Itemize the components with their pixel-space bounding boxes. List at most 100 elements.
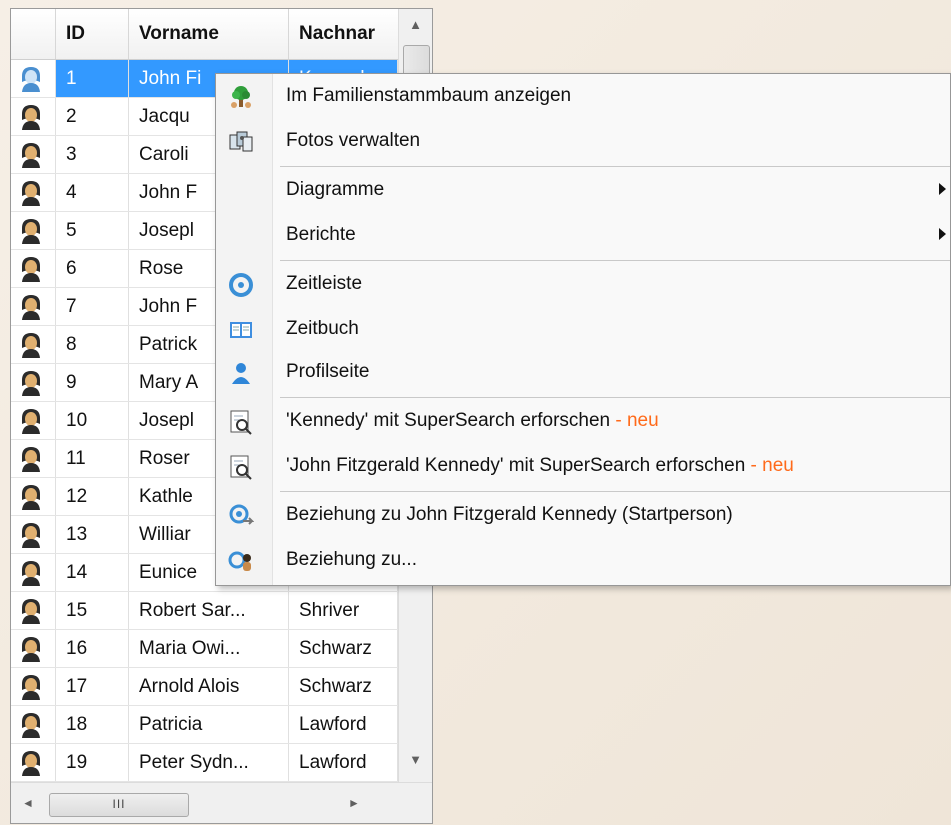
menu-label: Berichte: [286, 224, 356, 245]
scroll-down-button[interactable]: ▼: [399, 744, 432, 774]
person-icon: [11, 668, 56, 705]
menu-item-profilseite[interactable]: Profilseite: [216, 350, 950, 394]
menu-separator: [280, 491, 950, 492]
menu-label: Fotos verwalten: [286, 130, 421, 151]
person-icon: [11, 98, 56, 135]
menu-item-berichte[interactable]: Berichte: [216, 213, 950, 257]
cell-id[interactable]: 17: [56, 668, 129, 705]
cell-nachname[interactable]: Schwarz: [289, 668, 398, 705]
table-header: ID Vorname Nachnar: [11, 9, 398, 60]
person-icon: [11, 592, 56, 629]
relationship-icon: [228, 503, 255, 529]
supersearch-icon: [228, 454, 254, 480]
cell-id[interactable]: 9: [56, 364, 129, 401]
menu-label: Zeitleiste: [286, 273, 363, 294]
cell-id[interactable]: 4: [56, 174, 129, 211]
person-icon: [11, 326, 56, 363]
person-icon: [11, 402, 56, 439]
menu-label: 'Kennedy' mit SuperSearch erforschen: [286, 410, 611, 431]
menu-label: 'John Fitzgerald Kennedy' mit SuperSearc…: [286, 455, 746, 476]
new-badge: - neu: [745, 455, 794, 476]
menu-label: Diagramme: [286, 179, 385, 200]
person-icon: [11, 478, 56, 515]
cell-id[interactable]: 5: [56, 212, 129, 249]
family-tree-icon: [228, 84, 254, 110]
cell-vorname[interactable]: Arnold Alois: [129, 668, 289, 705]
person-icon: [11, 136, 56, 173]
photos-icon: [228, 129, 254, 155]
timeline-icon: [228, 272, 254, 298]
header-icon-column[interactable]: [11, 9, 56, 59]
header-nachname[interactable]: Nachnar: [289, 9, 398, 59]
menu-item-beziehung-startperson[interactable]: Beziehung zu John Fitzgerald Kennedy (St…: [216, 493, 950, 537]
cell-id[interactable]: 6: [56, 250, 129, 287]
menu-item-supersearch-jfk[interactable]: 'John Fitzgerald Kennedy' mit SuperSearc…: [216, 444, 950, 488]
cell-id[interactable]: 16: [56, 630, 129, 667]
scroll-left-button[interactable]: ◄: [13, 783, 43, 823]
menu-label: Zeitbuch: [286, 318, 359, 339]
cell-id[interactable]: 13: [56, 516, 129, 553]
menu-label: Profilseite: [286, 361, 370, 382]
menu-item-zeitleiste[interactable]: Zeitleiste: [216, 262, 950, 306]
submenu-arrow-icon: [939, 228, 946, 240]
cell-id[interactable]: 15: [56, 592, 129, 629]
scroll-right-button[interactable]: ►: [339, 783, 369, 823]
menu-label: Beziehung zu John Fitzgerald Kennedy (St…: [286, 504, 733, 525]
menu-item-supersearch-kennedy[interactable]: 'Kennedy' mit SuperSearch erforschen - n…: [216, 399, 950, 443]
person-icon: [11, 630, 56, 667]
menu-item-familienstammbaum[interactable]: Im Familienstammbaum anzeigen: [216, 74, 950, 118]
book-icon: [228, 317, 254, 343]
person-icon: [11, 288, 56, 325]
cell-vorname[interactable]: Peter Sydn...: [129, 744, 289, 781]
horizontal-scrollbar[interactable]: ◄ III ►: [11, 782, 432, 823]
new-badge: - neu: [610, 410, 659, 431]
table-row[interactable]: 19 Peter Sydn... Lawford: [11, 744, 398, 782]
cell-nachname[interactable]: Schwarz: [289, 630, 398, 667]
person-icon: [11, 706, 56, 743]
cell-id[interactable]: 10: [56, 402, 129, 439]
menu-separator: [280, 166, 950, 167]
menu-label: Beziehung zu...: [286, 549, 417, 570]
table-row[interactable]: 15 Robert Sar... Shriver: [11, 592, 398, 630]
header-id[interactable]: ID: [56, 9, 129, 59]
cell-vorname[interactable]: Patricia: [129, 706, 289, 743]
cell-nachname[interactable]: Lawford: [289, 706, 398, 743]
cell-id[interactable]: 19: [56, 744, 129, 781]
person-icon: [11, 174, 56, 211]
horizontal-scroll-thumb[interactable]: III: [49, 793, 189, 817]
cell-vorname[interactable]: Robert Sar...: [129, 592, 289, 629]
cell-id[interactable]: 12: [56, 478, 129, 515]
cell-id[interactable]: 11: [56, 440, 129, 477]
person-icon: [11, 744, 56, 781]
person-icon: [11, 212, 56, 249]
person-icon: [11, 554, 56, 591]
menu-separator: [280, 260, 950, 261]
menu-item-diagramme[interactable]: Diagramme: [216, 168, 950, 212]
cell-id[interactable]: 3: [56, 136, 129, 173]
table-row[interactable]: 18 Patricia Lawford: [11, 706, 398, 744]
cell-nachname[interactable]: Shriver: [289, 592, 398, 629]
menu-item-fotos[interactable]: Fotos verwalten: [216, 119, 950, 163]
cell-vorname[interactable]: Maria Owi...: [129, 630, 289, 667]
person-icon: [11, 516, 56, 553]
cell-id[interactable]: 7: [56, 288, 129, 325]
menu-item-zeitbuch[interactable]: Zeitbuch: [216, 307, 950, 351]
scroll-up-button[interactable]: ▲: [399, 9, 432, 39]
menu-label: Im Familienstammbaum anzeigen: [286, 85, 572, 106]
cell-id[interactable]: 18: [56, 706, 129, 743]
person-icon: [11, 60, 56, 97]
cell-id[interactable]: 1: [56, 60, 129, 97]
table-row[interactable]: 17 Arnold Alois Schwarz: [11, 668, 398, 706]
submenu-arrow-icon: [939, 183, 946, 195]
cell-nachname[interactable]: Lawford: [289, 744, 398, 781]
cell-id[interactable]: 14: [56, 554, 129, 591]
table-row[interactable]: 16 Maria Owi... Schwarz: [11, 630, 398, 668]
relationship-people-icon: [228, 548, 254, 574]
context-menu: Im Familienstammbaum anzeigen Fotos verw…: [215, 73, 951, 586]
cell-id[interactable]: 8: [56, 326, 129, 363]
person-icon: [11, 440, 56, 477]
person-icon: [11, 364, 56, 401]
cell-id[interactable]: 2: [56, 98, 129, 135]
menu-item-beziehung-zu[interactable]: Beziehung zu...: [216, 538, 950, 582]
header-vorname[interactable]: Vorname: [129, 9, 289, 59]
